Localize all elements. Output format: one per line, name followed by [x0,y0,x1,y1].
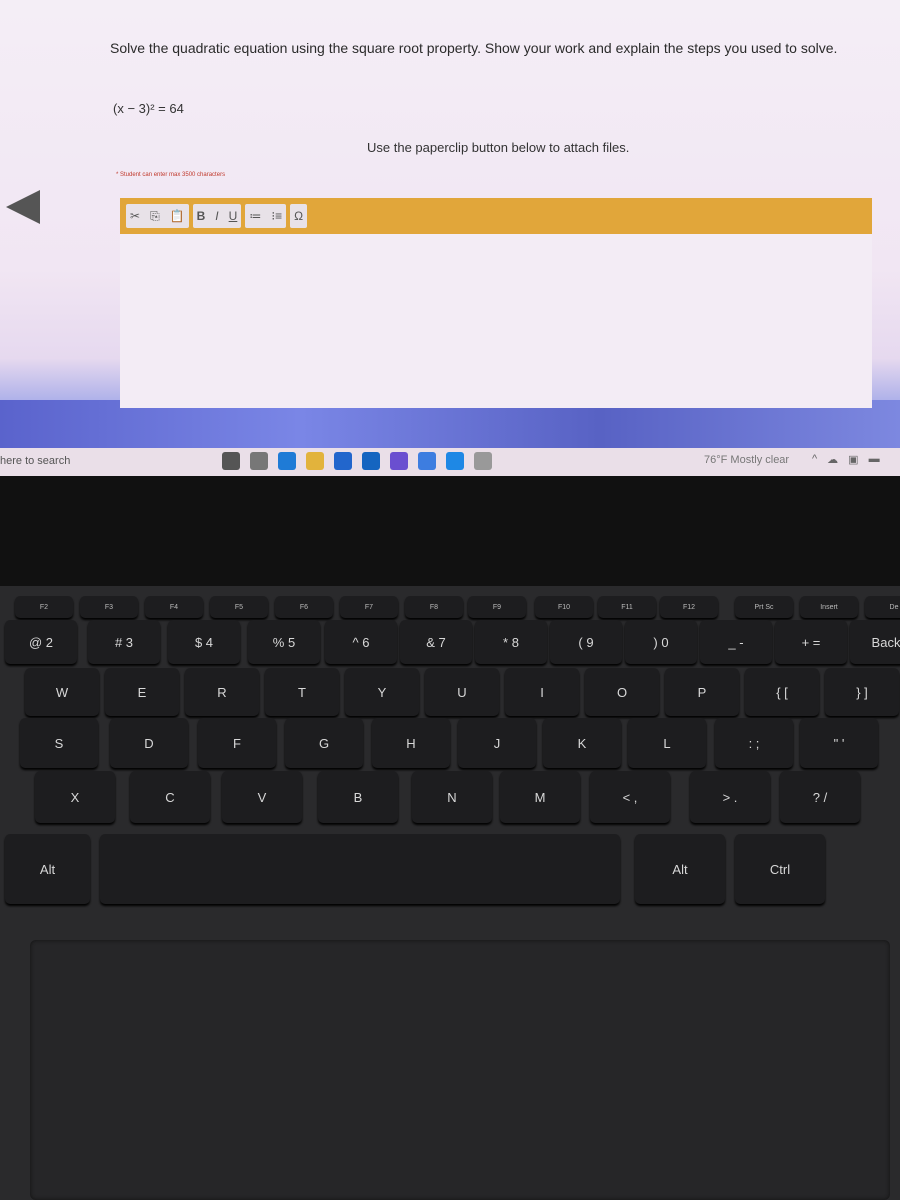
battery-icon[interactable]: ▬ [869,453,880,466]
spacebar[interactable] [100,834,620,904]
key-[interactable]: < , [590,771,670,823]
key-j[interactable]: J [458,718,536,768]
back-arrow-icon[interactable] [6,190,40,224]
screen: Solve the quadratic equation using the s… [0,0,900,448]
key-g[interactable]: G [285,718,363,768]
cut-icon[interactable]: ✂ [130,209,140,223]
key-f9[interactable]: F9 [468,596,526,618]
app-icon[interactable] [390,452,408,470]
key-p[interactable]: P [665,668,739,716]
cortana-icon[interactable] [222,452,240,470]
key-6[interactable]: ^ 6 [325,620,397,664]
key-s[interactable]: S [20,718,98,768]
special-char-icon[interactable]: Ω [294,209,303,223]
key-8[interactable]: * 8 [475,620,547,664]
weather-widget[interactable]: 76°F Mostly clear [704,454,789,466]
key-[interactable]: } ] [825,668,899,716]
editor-toolbar: ✂ ⎘ 📋 BIU ≔ ⁝≡ Ω [120,198,872,234]
chevron-up-icon[interactable]: ^ [812,453,817,466]
key-insert[interactable]: Insert [800,596,858,618]
key-f11[interactable]: F11 [598,596,656,618]
key-f6[interactable]: F6 [275,596,333,618]
key-9[interactable]: ( 9 [550,620,622,664]
key-y[interactable]: Y [345,668,419,716]
key-l[interactable]: L [628,718,706,768]
touchpad[interactable] [30,940,890,1200]
copy-icon[interactable]: ⎘ [150,209,160,224]
taskbar: here to search 76°F Mostly clear ^ ☁ ▣ ▬ [0,448,900,476]
notification-icon[interactable]: ▣ [848,453,858,466]
key-r[interactable]: R [185,668,259,716]
key-t[interactable]: T [265,668,339,716]
ordered-list-icon[interactable]: ≔ [249,209,261,223]
task-view-icon[interactable] [250,452,268,470]
cloud-icon[interactable]: ☁ [827,453,838,466]
max-chars-note: * Student can enter max 3500 characters [116,172,226,178]
mail-icon[interactable] [362,452,380,470]
key-h[interactable]: H [372,718,450,768]
key-f12[interactable]: F12 [660,596,718,618]
search-box[interactable]: here to search [0,455,70,467]
key-[interactable]: { [ [745,668,819,716]
key-prt-sc[interactable]: Prt Sc [735,596,793,618]
key-f10[interactable]: F10 [535,596,593,618]
bold-button[interactable]: B [197,209,206,223]
key-v[interactable]: V [222,771,302,823]
key-alt[interactable]: Alt [635,834,725,904]
system-tray: ^ ☁ ▣ ▬ [812,453,880,466]
key-back[interactable]: Back [850,620,900,664]
key-[interactable]: ? / [780,771,860,823]
paste-icon[interactable]: 📋 [170,209,185,223]
key-4[interactable]: $ 4 [168,620,240,664]
key-k[interactable]: K [543,718,621,768]
equation: (x − 3)² = 64 [113,101,184,116]
laptop-bezel [0,476,900,586]
key-u[interactable]: U [425,668,499,716]
key-f[interactable]: F [198,718,276,768]
key-w[interactable]: W [25,668,99,716]
key-o[interactable]: O [585,668,659,716]
answer-editor[interactable]: ✂ ⎘ 📋 BIU ≔ ⁝≡ Ω [120,198,872,408]
key-f5[interactable]: F5 [210,596,268,618]
underline-button[interactable]: U [229,209,238,223]
key-x[interactable]: X [35,771,115,823]
key-de[interactable]: De [865,596,900,618]
key-[interactable]: _ - [700,620,772,664]
edge-icon[interactable] [278,452,296,470]
key-2[interactable]: @ 2 [5,620,77,664]
key-7[interactable]: & 7 [400,620,472,664]
key-f4[interactable]: F4 [145,596,203,618]
key-[interactable]: + = [775,620,847,664]
question-text: Solve the quadratic equation using the s… [110,40,838,56]
key-3[interactable]: # 3 [88,620,160,664]
settings-icon[interactable] [474,452,492,470]
bullet-list-icon[interactable]: ⁝≡ [271,209,282,223]
key-alt[interactable]: Alt [5,834,90,904]
key-[interactable]: " ' [800,718,878,768]
italic-button[interactable]: I [215,209,218,223]
chrome-icon[interactable] [418,452,436,470]
key-[interactable]: > . [690,771,770,823]
app-icon[interactable] [446,452,464,470]
key-m[interactable]: M [500,771,580,823]
store-icon[interactable] [334,452,352,470]
attach-hint: Use the paperclip button below to attach… [367,140,630,155]
key-n[interactable]: N [412,771,492,823]
file-explorer-icon[interactable] [306,452,324,470]
key-5[interactable]: % 5 [248,620,320,664]
key-i[interactable]: I [505,668,579,716]
key-f2[interactable]: F2 [15,596,73,618]
key-c[interactable]: C [130,771,210,823]
key-f8[interactable]: F8 [405,596,463,618]
key-0[interactable]: ) 0 [625,620,697,664]
key-[interactable]: : ; [715,718,793,768]
key-b[interactable]: B [318,771,398,823]
key-ctrl[interactable]: Ctrl [735,834,825,904]
key-f3[interactable]: F3 [80,596,138,618]
key-f7[interactable]: F7 [340,596,398,618]
key-d[interactable]: D [110,718,188,768]
key-e[interactable]: E [105,668,179,716]
